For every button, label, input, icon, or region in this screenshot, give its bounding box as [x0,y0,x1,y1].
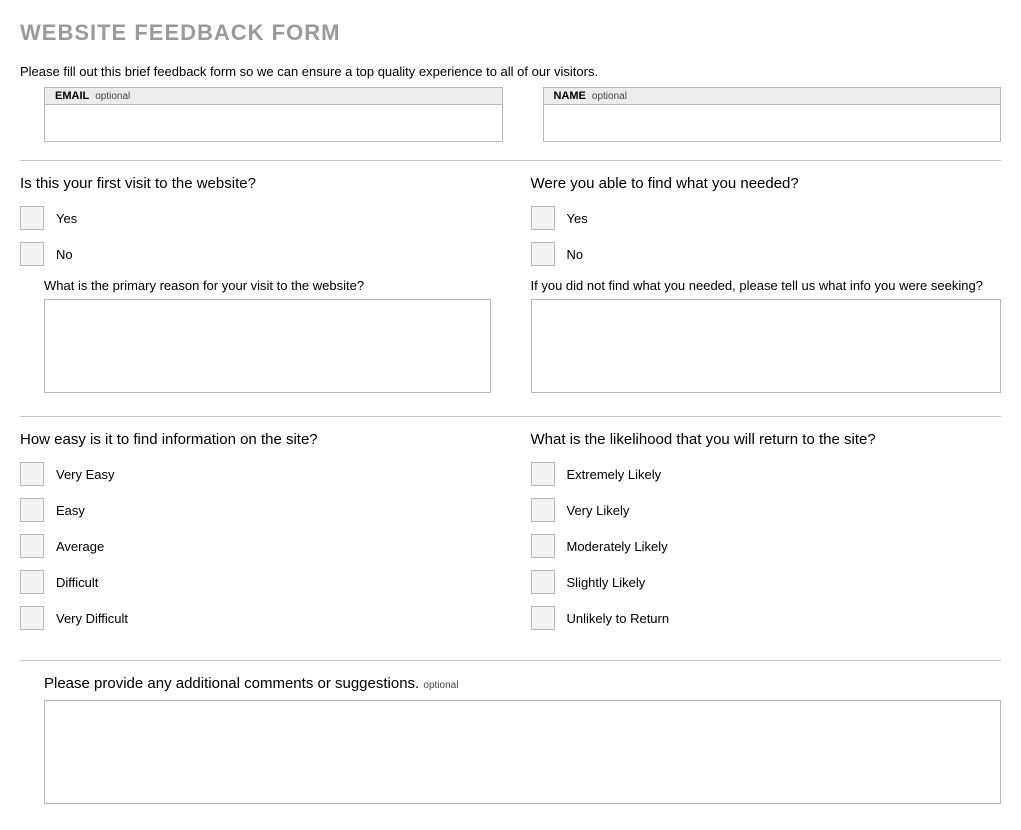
q3-opt-1: Easy [20,498,491,522]
name-field-group: NAME optional [543,87,1002,142]
option-label: Extremely Likely [567,467,662,482]
email-field-group: EMAIL optional [44,87,503,142]
checkbox[interactable] [531,242,555,266]
comments-header: Please provide any additional comments o… [20,675,1001,692]
checkbox[interactable] [531,534,555,558]
checkbox[interactable] [531,570,555,594]
q4-opt-3: Slightly Likely [531,570,1002,594]
q2-opt-no: No [531,242,1002,266]
q1-opt-no: No [20,242,491,266]
q4-text: What is the likelihood that you will ret… [531,431,1002,448]
q4-opt-4: Unlikely to Return [531,606,1002,630]
option-label: Yes [56,211,77,226]
q3-opt-3: Difficult [20,570,491,594]
option-label: Moderately Likely [567,539,668,554]
checkbox[interactable] [531,462,555,486]
q4-opt-2: Moderately Likely [531,534,1002,558]
email-optional: optional [95,91,130,102]
divider [20,660,1001,661]
checkbox[interactable] [20,206,44,230]
option-label: Very Likely [567,503,630,518]
checkbox[interactable] [20,570,44,594]
name-label: NAME [554,90,586,102]
comments-textarea[interactable] [44,700,1001,804]
name-optional: optional [592,91,627,102]
divider [20,416,1001,417]
option-label: No [567,247,584,262]
option-label: Slightly Likely [567,575,646,590]
option-label: Unlikely to Return [567,611,670,626]
option-label: Very Easy [56,467,115,482]
comments-label: Please provide any additional comments o… [44,675,419,692]
email-label: EMAIL [55,90,89,102]
q2-sub: If you did not find what you needed, ple… [531,278,1002,293]
name-input[interactable] [543,104,1002,142]
option-label: Very Difficult [56,611,128,626]
q1-text: Is this your first visit to the website? [20,175,491,192]
option-label: No [56,247,73,262]
page-title: WEBSITE FEEDBACK FORM [20,20,1001,46]
q3-opt-4: Very Difficult [20,606,491,630]
q3-text: How easy is it to find information on th… [20,431,491,448]
q4-opt-0: Extremely Likely [531,462,1002,486]
q2-textarea[interactable] [531,299,1002,393]
name-header: NAME optional [543,87,1002,104]
checkbox[interactable] [531,606,555,630]
comments-optional: optional [423,680,458,691]
checkbox[interactable] [531,206,555,230]
option-label: Yes [567,211,588,226]
q1-sub: What is the primary reason for your visi… [44,278,491,293]
divider [20,160,1001,161]
option-label: Easy [56,503,85,518]
option-label: Average [56,539,104,554]
intro-text: Please fill out this brief feedback form… [20,64,1001,79]
q3-opt-2: Average [20,534,491,558]
q4-opt-1: Very Likely [531,498,1002,522]
checkbox[interactable] [20,534,44,558]
q2-text: Were you able to find what you needed? [531,175,1002,192]
email-input[interactable] [44,104,503,142]
q3-opt-0: Very Easy [20,462,491,486]
checkbox[interactable] [20,462,44,486]
checkbox[interactable] [20,242,44,266]
q1-textarea[interactable] [44,299,491,393]
checkbox[interactable] [20,498,44,522]
option-label: Difficult [56,575,98,590]
email-header: EMAIL optional [44,87,503,104]
q1-opt-yes: Yes [20,206,491,230]
q2-opt-yes: Yes [531,206,1002,230]
checkbox[interactable] [20,606,44,630]
checkbox[interactable] [531,498,555,522]
